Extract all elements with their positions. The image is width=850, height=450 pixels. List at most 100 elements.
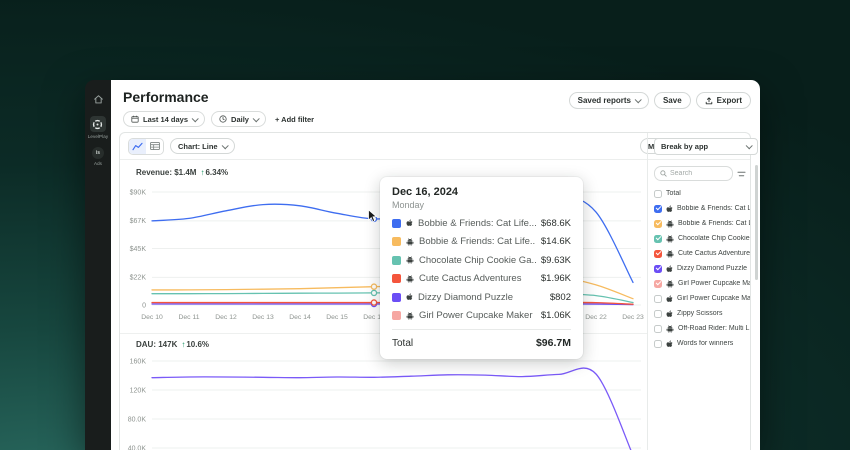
tooltip-series-name: Chocolate Chip Cookie Ga...: [419, 255, 536, 266]
tooltip-rows: Bobbie & Friends: Cat Life... $68.6K Bobbi…: [392, 218, 571, 322]
panel-divider: [647, 133, 648, 450]
ads-icon: is: [92, 147, 104, 159]
save-button[interactable]: Save: [654, 92, 691, 109]
saved-reports-button[interactable]: Saved reports: [569, 92, 649, 109]
search-input-box[interactable]: [654, 166, 733, 181]
filter-sliders-icon[interactable]: [737, 170, 746, 178]
scrollbar[interactable]: [755, 165, 758, 280]
dau-chart[interactable]: 160K120K80.0K40.0K: [120, 354, 647, 450]
apple-icon: [666, 295, 673, 303]
chevron-down-icon: [746, 142, 753, 149]
svg-text:Dec 11: Dec 11: [178, 314, 199, 321]
android-icon: [406, 256, 414, 264]
date-range-select[interactable]: Last 14 days: [123, 111, 205, 127]
saved-reports-label: Saved reports: [578, 96, 631, 105]
android-icon: [406, 275, 414, 283]
export-button[interactable]: Export: [696, 92, 751, 109]
tooltip-series-value: $802: [550, 292, 571, 303]
app-filter-item[interactable]: Bobbie & Friends: Cat L...: [654, 201, 750, 216]
app-filter-item[interactable]: Total: [654, 186, 750, 201]
checkbox-unchecked[interactable]: [654, 340, 662, 348]
nav-ads[interactable]: is Ads: [92, 147, 104, 166]
checkbox-checked[interactable]: [654, 220, 662, 228]
chart-type-select[interactable]: Chart: Line: [170, 138, 235, 154]
revenue-trend-value: 6.34%: [205, 168, 228, 177]
app-filter-item[interactable]: Cute Cactus Adventures: [654, 246, 750, 261]
levelplay-icon: [90, 116, 106, 132]
chevron-down-icon: [635, 96, 642, 103]
app-filter-label: Words for winners: [677, 340, 733, 347]
apple-icon: [406, 219, 413, 227]
svg-text:Dec 22: Dec 22: [585, 314, 607, 321]
checkbox-checked[interactable]: [654, 265, 662, 273]
app-filter-item[interactable]: Girl Power Cupcake Ma...: [654, 276, 750, 291]
tooltip-series-row: Chocolate Chip Cookie Ga...$9.63K: [392, 255, 571, 266]
nav-ads-label: Ads: [94, 161, 102, 166]
app-filter-label: Girl Power Cupcake Ma...: [677, 295, 750, 302]
table-view-button[interactable]: [146, 139, 163, 154]
checkbox-unchecked[interactable]: [654, 295, 662, 303]
tooltip-series-value: $1.96K: [541, 273, 571, 284]
svg-text:40.0K: 40.0K: [128, 445, 147, 450]
svg-text:0: 0: [142, 302, 146, 309]
tooltip-series-name: Bobbie & Friends: Cat Life...: [418, 218, 536, 229]
break-by-select[interactable]: Break by app: [654, 138, 758, 155]
app-filter-item[interactable]: Bobbie & Friends: Cat L...: [654, 216, 750, 231]
filter-bar: Last 14 days Daily + Add filter: [123, 111, 314, 127]
series-color-swatch: [392, 256, 401, 265]
checkbox-checked[interactable]: [654, 235, 662, 243]
checkbox-unchecked[interactable]: [654, 190, 662, 198]
checkbox-checked[interactable]: [654, 250, 662, 258]
add-filter-button[interactable]: + Add filter: [275, 115, 314, 124]
export-icon: [705, 97, 713, 105]
app-filter-item[interactable]: Words for winners: [654, 336, 750, 351]
dau-metric-label: DAU: 147K: [136, 340, 177, 349]
apple-icon: [666, 340, 673, 348]
revenue-chart-header: Revenue: $1.4M ↑ 6.34%: [136, 168, 228, 177]
mouse-cursor-icon: [367, 209, 378, 228]
tooltip-series-name: Cute Cactus Adventures: [419, 273, 536, 284]
app-filter-item[interactable]: Girl Power Cupcake Ma...: [654, 291, 750, 306]
line-chart-icon: [132, 142, 143, 151]
view-toggle: [128, 138, 164, 155]
export-label: Export: [717, 96, 742, 105]
checkbox-unchecked[interactable]: [654, 325, 662, 333]
app-filter-item[interactable]: Off-Road Rider: Multi L...: [654, 321, 750, 336]
line-view-button[interactable]: [129, 139, 146, 154]
tooltip-series-name: Bobbie & Friends: Cat Life...: [419, 236, 536, 247]
series-color-swatch: [392, 237, 401, 246]
app-filter-label: Zippy Scissors: [677, 310, 723, 317]
app-filter-item[interactable]: Chocolate Chip Cookie...: [654, 231, 750, 246]
nav-home[interactable]: [93, 94, 104, 105]
tooltip-series-row: Bobbie & Friends: Cat Life... $14.6K: [392, 236, 571, 247]
tooltip-series-value: $68.6K: [541, 218, 571, 229]
svg-text:160K: 160K: [130, 358, 147, 365]
tooltip-series-value: $14.6K: [541, 236, 571, 247]
desktop-background: LevelPlay is Ads Performance Saved repor…: [0, 0, 850, 450]
nav-levelplay[interactable]: LevelPlay: [88, 116, 108, 139]
svg-text:$90K: $90K: [130, 189, 147, 196]
svg-text:Dec 10: Dec 10: [141, 314, 163, 321]
checkbox-checked[interactable]: [654, 280, 662, 288]
app-filter-label: Total: [666, 190, 681, 197]
android-icon: [666, 250, 674, 258]
dau-chart-header: DAU: 147K ↑ 10.6%: [136, 340, 209, 349]
svg-text:Dec 23: Dec 23: [622, 314, 644, 321]
granularity-select[interactable]: Daily: [211, 111, 266, 127]
checkbox-unchecked[interactable]: [654, 310, 662, 318]
chevron-down-icon: [192, 115, 199, 122]
chevron-down-icon: [221, 142, 228, 149]
apple-icon: [666, 205, 673, 213]
apple-icon: [406, 293, 413, 301]
app-filter-item[interactable]: Dizzy Diamond Puzzle: [654, 261, 750, 276]
app-filter-label: Cute Cactus Adventures: [678, 250, 750, 257]
granularity-label: Daily: [231, 115, 249, 124]
android-icon: [666, 235, 674, 243]
page-title: Performance: [123, 89, 209, 105]
app-filter-label: Girl Power Cupcake Ma...: [678, 280, 750, 287]
apps-filter-list: Total Bobbie & Friends: Cat L...Bobbie & …: [654, 186, 750, 351]
checkbox-checked[interactable]: [654, 205, 662, 213]
app-filter-item[interactable]: Zippy Scissors: [654, 306, 750, 321]
search-input[interactable]: [670, 170, 727, 177]
svg-text:80.0K: 80.0K: [128, 416, 147, 423]
